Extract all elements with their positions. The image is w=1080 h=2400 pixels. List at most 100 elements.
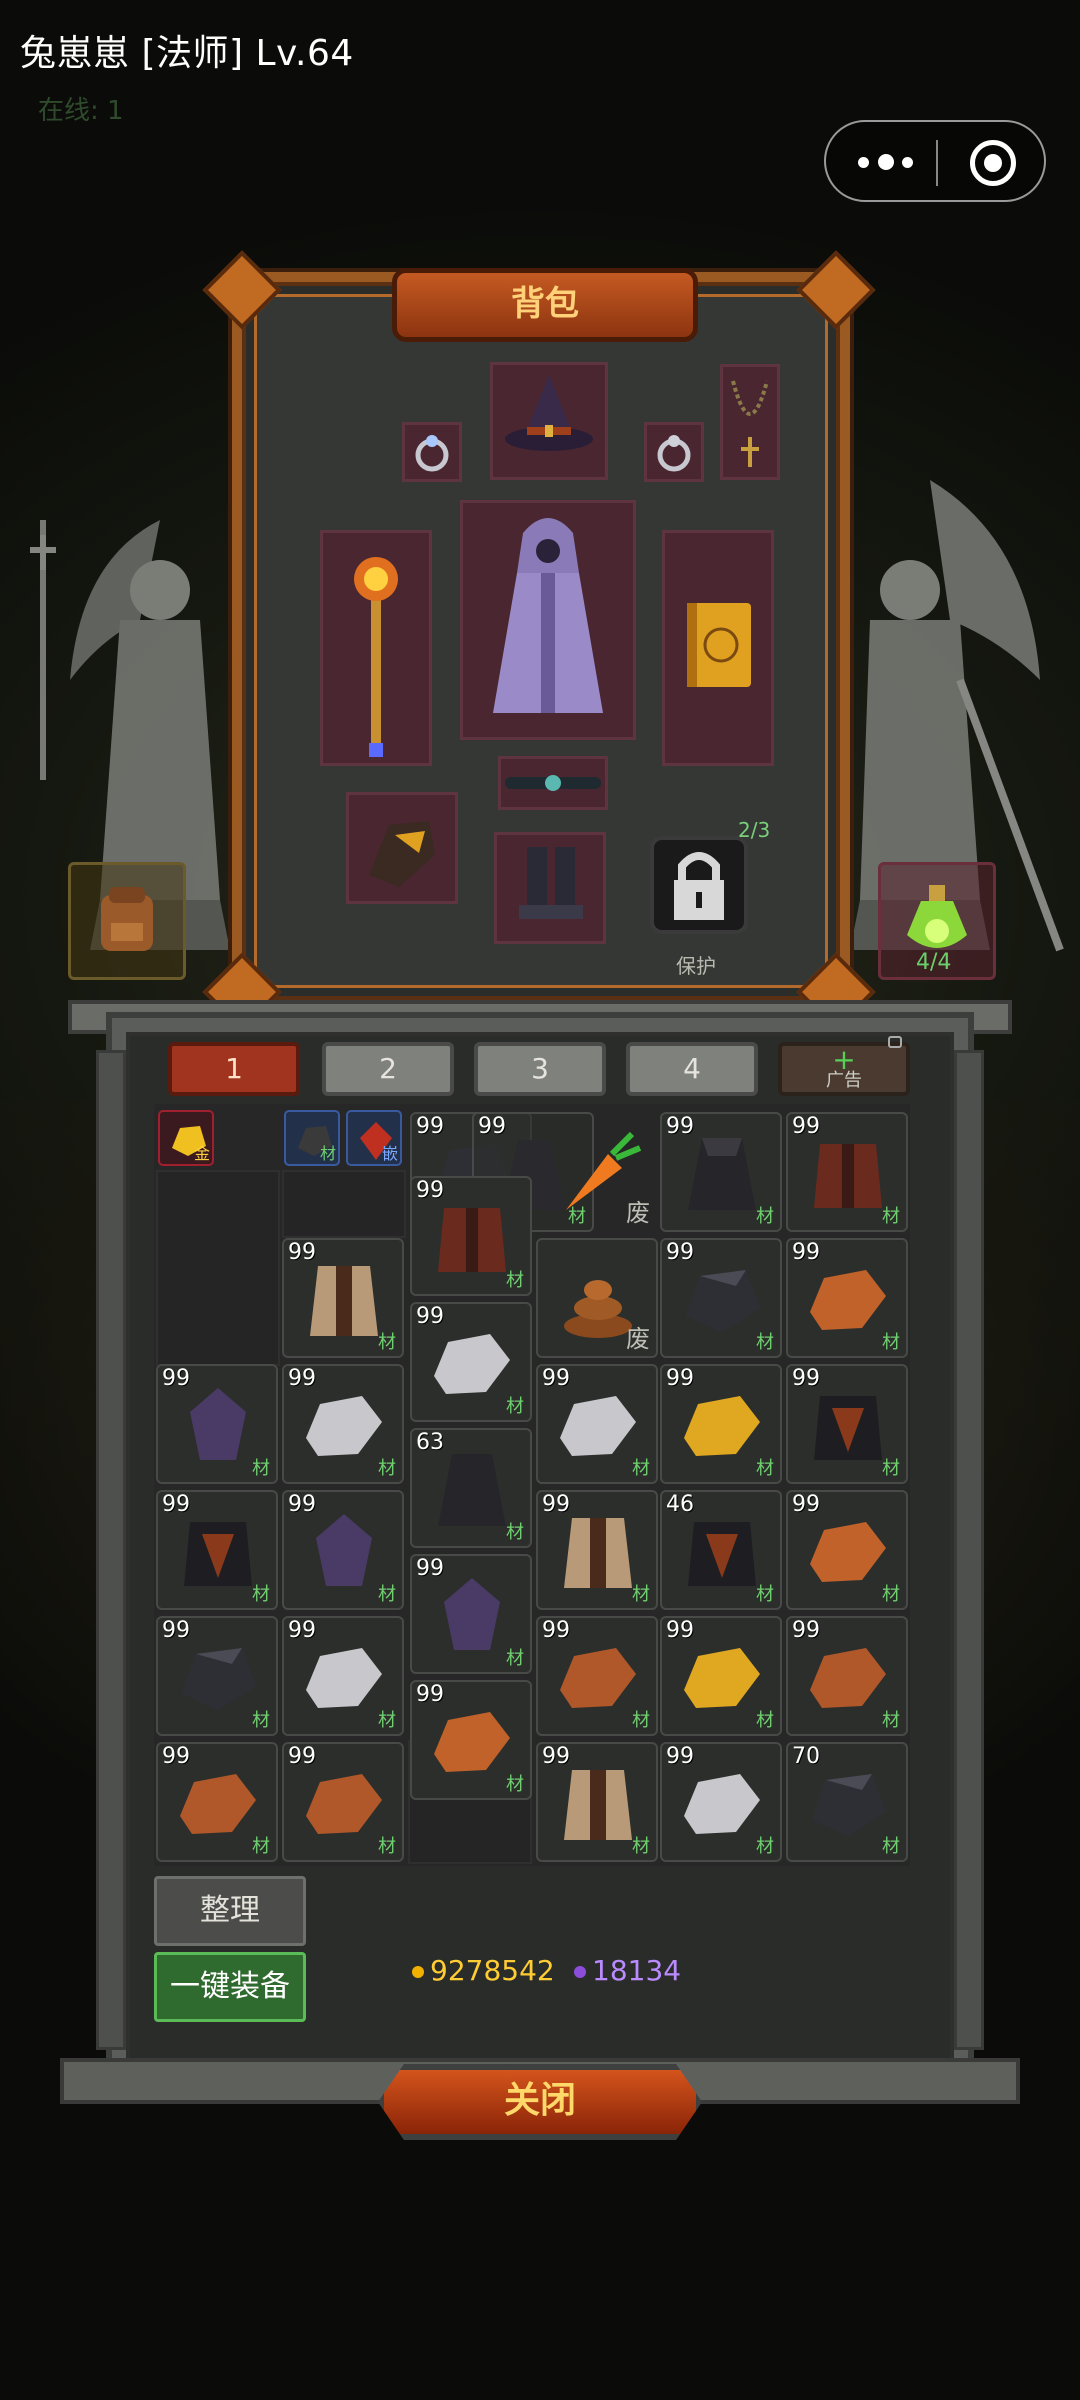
ring-slot-left[interactable] (402, 422, 462, 482)
inventory-slot[interactable]: 70 材 (786, 1742, 908, 1862)
wizard-hat-icon (505, 375, 593, 451)
inventory-slot[interactable]: 废 (536, 1238, 658, 1358)
helmet-slot[interactable] (490, 362, 608, 480)
equipment-title: 背包 (392, 268, 698, 342)
inventory-slot[interactable]: 99 材 (282, 1742, 404, 1862)
purple-crystal-icon (190, 1388, 246, 1460)
ad-label: 广告 (826, 1070, 862, 1091)
inventory-slot[interactable]: 99 材 (282, 1364, 404, 1484)
armor-slot[interactable] (460, 500, 636, 740)
dark-cloak-icon (688, 1138, 756, 1210)
gem-amount: 18134 (592, 1954, 682, 1987)
inventory-slot[interactable]: 99 材 (156, 1742, 278, 1862)
offhand-slot[interactable] (662, 530, 774, 766)
pillar-right (954, 1050, 984, 2050)
pillar-left (96, 1050, 126, 2050)
coal-icon (812, 1774, 886, 1836)
silver-ore-icon (434, 1334, 510, 1394)
tab-3[interactable]: 3 (474, 1042, 606, 1096)
black-armor-icon (184, 1522, 252, 1586)
auto-equip-button[interactable]: 一键装备 (154, 1952, 306, 2022)
inventory-slot[interactable]: 99 材 (156, 1364, 278, 1484)
close-button[interactable]: 关闭 (378, 2064, 702, 2140)
lock-icon (650, 836, 748, 934)
boots-slot[interactable] (494, 832, 606, 944)
gold-amount: 9278542 (430, 1954, 555, 1987)
copper-ore-icon (810, 1522, 886, 1582)
inventory-slot[interactable]: 99 材 (156, 1616, 278, 1736)
close-miniprogram-icon[interactable] (970, 140, 1016, 186)
coal-icon (182, 1648, 256, 1710)
copper-ore-icon (560, 1648, 636, 1708)
necklace-icon (731, 380, 769, 467)
gold-ore-icon (684, 1396, 760, 1456)
inventory-slot[interactable]: 99 材 (660, 1742, 782, 1862)
inventory-slot[interactable]: 99 材 (536, 1364, 658, 1484)
inventory-slot[interactable]: 99 材 (410, 1680, 532, 1800)
protection-label: 保护 (676, 954, 716, 978)
inventory-slot[interactable]: 99 材 (786, 1364, 908, 1484)
copper-ore-icon (180, 1774, 256, 1834)
inventory-slot[interactable]: 99 材 (786, 1238, 908, 1358)
gem-balance: 18134 (574, 1954, 681, 1987)
backpack-slot[interactable] (68, 862, 186, 980)
inventory-gem-item[interactable]: 嵌 (346, 1110, 402, 1166)
inventory-gold-item[interactable]: 金 (158, 1110, 214, 1166)
silver-ore-icon (684, 1774, 760, 1834)
inventory-slot[interactable]: 废 (536, 1112, 658, 1232)
copper-ore-icon (306, 1774, 382, 1834)
inventory-slot[interactable]: 63 材 (410, 1428, 532, 1548)
inventory-slot[interactable]: 99 材 (282, 1238, 404, 1358)
tab-4[interactable]: 4 (626, 1042, 758, 1096)
gold-balance: 9278542 (412, 1954, 555, 1987)
empty-slot (156, 1170, 280, 1366)
ring-icon (415, 435, 449, 472)
inventory-slot[interactable]: 99 材 (536, 1616, 658, 1736)
inventory-slot[interactable]: 99 材 (282, 1490, 404, 1610)
inventory-slot[interactable]: 99 材 (660, 1364, 782, 1484)
black-armor-icon (688, 1522, 756, 1586)
inventory-slot[interactable]: 99 材 (660, 1238, 782, 1358)
inventory-slot[interactable]: 99 材 (660, 1616, 782, 1736)
weapon-slot[interactable] (320, 530, 432, 766)
lock-icon (888, 1036, 902, 1048)
inventory-slot[interactable]: 99 材 (786, 1616, 908, 1736)
ring-slot-right[interactable] (644, 422, 704, 482)
silver-ore-icon (560, 1396, 636, 1456)
inventory-slot[interactable]: 99 材 (660, 1112, 782, 1232)
gem-icon (574, 1966, 586, 1978)
protection-lock[interactable] (646, 832, 752, 938)
inventory-slot[interactable]: 99 材 (786, 1490, 908, 1610)
fur-vest-icon (564, 1770, 632, 1840)
sort-button[interactable]: 整理 (154, 1876, 306, 1946)
inventory-material-item[interactable]: 材 (284, 1110, 340, 1166)
silver-ore-icon (306, 1648, 382, 1708)
boots-icon (519, 847, 583, 919)
inventory-slot[interactable]: 99 材 (410, 1554, 532, 1674)
inventory-slot[interactable]: 99 材 (282, 1616, 404, 1736)
necklace-slot[interactable] (720, 364, 780, 480)
inventory-slot[interactable]: 99 材 (410, 1176, 532, 1296)
tab-2[interactable]: 2 (322, 1042, 454, 1096)
staff-icon (354, 557, 398, 757)
copper-ore-icon (810, 1648, 886, 1708)
coal-icon (686, 1270, 760, 1332)
more-icon[interactable] (856, 152, 920, 174)
inventory-slot[interactable]: 99 材 (536, 1490, 658, 1610)
fur-vest-icon (564, 1518, 632, 1588)
player-title: 兔崽崽 [法师] Lv.64 (20, 33, 354, 74)
inventory-slot[interactable]: 99 材 (410, 1302, 532, 1422)
inventory-slot[interactable]: 99 材 (536, 1742, 658, 1862)
protection-count: 2/3 (738, 818, 771, 842)
tab-1[interactable]: 1 (168, 1042, 300, 1096)
gold-ore-icon (684, 1648, 760, 1708)
potion-count: 4/4 (916, 950, 952, 975)
belt-slot[interactable] (498, 756, 608, 810)
gloves-slot[interactable] (346, 792, 458, 904)
tab-ad-unlock[interactable]: + 广告 (778, 1036, 910, 1096)
inventory-slot[interactable]: 99 材 (786, 1112, 908, 1232)
copper-ore-icon (810, 1270, 886, 1330)
inventory-slot[interactable]: 99 材 (156, 1490, 278, 1610)
inventory-slot[interactable]: 46 材 (660, 1490, 782, 1610)
online-count: 在线: 1 (38, 96, 124, 126)
